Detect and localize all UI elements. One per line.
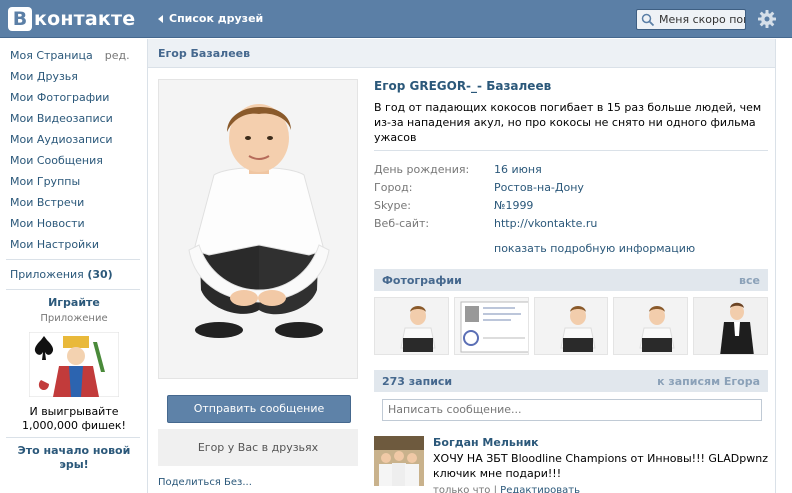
profile-photo-image <box>159 80 357 378</box>
profile-name: Егор GREGOR-_- Базалеев <box>374 79 552 93</box>
sidebar-item-messages[interactable]: Мои Сообщения <box>0 150 148 171</box>
photo-thumb-image <box>614 298 688 354</box>
wall-section-header: 273 записи к записям Егора <box>374 370 768 392</box>
info-label: День рождения: <box>374 163 470 176</box>
profile-main: Егор Базалеев Отправить сообщение Егор у… <box>147 39 776 493</box>
sidebar-divider <box>6 259 140 260</box>
wall-count[interactable]: 273 записи <box>382 375 452 388</box>
profile-photo[interactable] <box>158 79 358 379</box>
apps-count: (30) <box>87 268 113 281</box>
info-row-city: Город: Ростов-на-Дону <box>374 179 768 197</box>
post-meta: только что | Редактировать <box>433 485 768 493</box>
sidebar-item-friends[interactable]: Мои Друзья <box>0 66 148 87</box>
ad-title[interactable]: Играйте <box>0 296 148 309</box>
playing-card-queen-image[interactable] <box>29 332 119 397</box>
photo-thumb-image <box>694 298 767 354</box>
gear-icon[interactable] <box>757 9 777 29</box>
search-icon <box>641 13 655 26</box>
sidebar-ad[interactable]: Играйте Приложение И выигрывайте 1,000,0… <box>0 296 148 433</box>
back-to-friends-link[interactable]: Список друзей <box>158 12 263 25</box>
post-author[interactable]: Богдан Мельник <box>433 436 768 449</box>
ad2-line: эры! <box>59 458 89 471</box>
edit-link[interactable]: ред. <box>105 49 130 62</box>
photo-thumb-image <box>534 298 608 354</box>
sidebar-item-audio[interactable]: Мои Аудиозаписи <box>0 129 148 150</box>
ad-text-line: 1,000,000 фишек! <box>22 419 126 432</box>
info-value[interactable]: 16 июня <box>494 161 542 179</box>
ad-subtitle: Приложение <box>40 313 108 324</box>
sidebar-item-events[interactable]: Мои Встречи <box>0 192 148 213</box>
wall-post: Богдан Мельник ХОЧУ НА ЗБТ Bloodline Cha… <box>374 436 768 493</box>
sidebar-item-label: Моя Страница <box>10 49 93 62</box>
back-link-label: Список друзей <box>169 12 264 25</box>
avatar-image <box>374 436 424 486</box>
sidebar-item-news[interactable]: Мои Новости <box>0 213 148 234</box>
top-header-bar: В контакте Список друзей Меня скоро пока <box>0 0 792 38</box>
info-value[interactable]: Ростов-на-Дону <box>494 179 584 197</box>
photos-strip <box>374 297 768 355</box>
photo-thumb[interactable] <box>374 297 449 355</box>
send-message-button[interactable]: Отправить сообщение <box>167 395 351 423</box>
info-row-skype: Skype: №1999 <box>374 197 768 215</box>
photo-thumb[interactable] <box>693 297 768 355</box>
photo-thumb[interactable] <box>453 297 529 355</box>
profile-info-column: Егор GREGOR-_- Базалеев В год от падающи… <box>374 79 768 493</box>
info-label: Skype: <box>374 199 411 212</box>
edit-post-link[interactable]: Редактировать <box>500 485 580 493</box>
vk-logo-icon: В <box>8 7 32 31</box>
info-value[interactable]: http://vkontakte.ru <box>494 215 597 233</box>
sidebar-divider <box>6 289 140 290</box>
wall-post-body: Богдан Мельник ХОЧУ НА ЗБТ Bloodline Cha… <box>433 436 768 493</box>
sidebar-item-my-page[interactable]: Моя Страница ред. <box>0 45 148 66</box>
sidebar-item-videos[interactable]: Мои Видеозаписи <box>0 108 148 129</box>
vk-logo-text: контакте <box>34 8 136 30</box>
info-label: Веб-сайт: <box>374 217 430 230</box>
apps-label: Приложения <box>10 268 84 281</box>
photo-thumb-image <box>375 298 448 354</box>
vk-logo[interactable]: В контакте <box>8 6 135 32</box>
photos-all-link[interactable]: все <box>739 274 760 287</box>
info-divider <box>374 150 768 151</box>
info-value[interactable]: №1999 <box>494 197 533 215</box>
ad-text: И выигрывайте 1,000,000 фишек! <box>0 405 148 433</box>
page-title: Егор Базалеев <box>148 39 775 68</box>
ad-text-line: И выигрывайте <box>29 405 119 418</box>
post-text: ХОЧУ НА ЗБТ Bloodline Champions от Иннов… <box>433 451 768 481</box>
info-row-birthday: День рождения: 16 июня <box>374 161 768 179</box>
info-row-website: Веб-сайт: http://vkontakte.ru <box>374 215 768 233</box>
arrow-left-icon <box>158 14 163 23</box>
sidebar-item-photos[interactable]: Мои Фотографии <box>0 87 148 108</box>
photo-thumb[interactable] <box>533 297 609 355</box>
search-input[interactable]: Меня скоро пока <box>636 9 746 30</box>
sidebar-item-apps[interactable]: Приложения (30) <box>0 264 148 285</box>
share-link[interactable]: Поделиться Без... <box>158 477 358 493</box>
left-sidebar: Моя Страница ред. Мои Друзья Мои Фотограф… <box>0 39 148 472</box>
wall-link[interactable]: к записям Егора <box>657 375 760 388</box>
friend-status: Егор у Вас в друзьях <box>158 429 358 466</box>
info-label: Город: <box>374 181 413 194</box>
photo-thumb[interactable] <box>613 297 689 355</box>
post-time: только что <box>433 485 491 493</box>
ad2-line: Это начало новой <box>17 444 131 457</box>
sidebar-item-groups[interactable]: Мои Группы <box>0 171 148 192</box>
photo-thumb-image <box>454 298 528 354</box>
photos-title[interactable]: Фотографии <box>382 274 462 287</box>
search-value: Меня скоро пока <box>659 13 745 26</box>
sidebar-divider <box>6 437 140 438</box>
avatar[interactable] <box>374 436 424 486</box>
profile-status[interactable]: В год от падающих кокосов погибает в 15 … <box>374 100 768 145</box>
photos-section-header: Фотографии все <box>374 269 768 291</box>
post-text-line: ключик мне подари!!! <box>433 467 562 480</box>
show-more-info-link[interactable]: показать подробную информацию <box>494 242 768 255</box>
post-text-line: ХОЧУ НА ЗБТ Bloodline Champions от Иннов… <box>433 452 769 465</box>
meta-separator: | <box>493 485 497 493</box>
sidebar-item-settings[interactable]: Мои Настройки <box>0 234 148 255</box>
sidebar-ad-2[interactable]: Это начало новой эры! <box>0 444 148 472</box>
wall-post-input[interactable]: Написать сообщение... <box>382 399 762 421</box>
